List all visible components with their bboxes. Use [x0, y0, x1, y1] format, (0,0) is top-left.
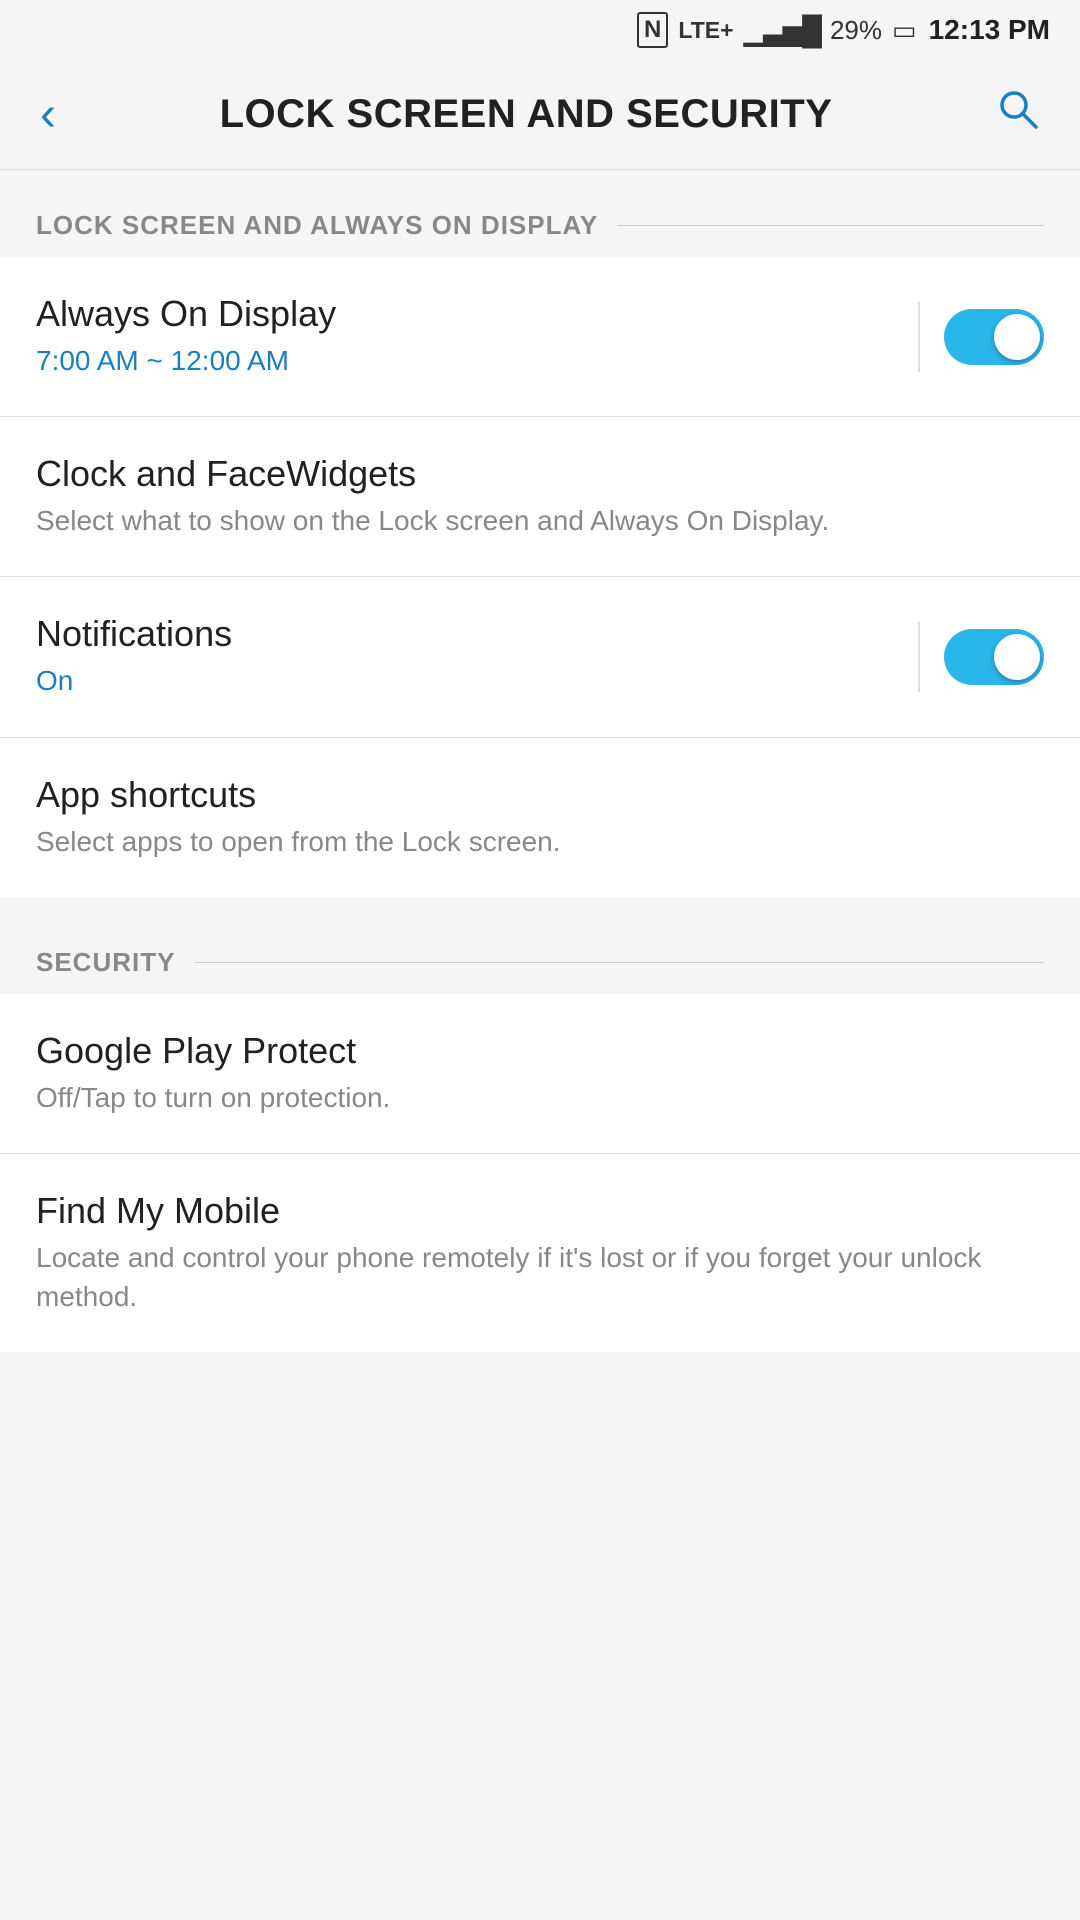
- signal-icon: ▁▃▅█: [744, 14, 820, 47]
- google-play-protect-title: Google Play Protect: [36, 1030, 1044, 1072]
- toggle-knob: [994, 314, 1040, 360]
- battery-icon: ▭: [892, 15, 917, 46]
- status-bar: N LTE+ ▁▃▅█ 29% ▭ 12:13 PM: [0, 0, 1080, 60]
- find-my-mobile-title: Find My Mobile: [36, 1190, 1044, 1232]
- clock-facewidgets-title: Clock and FaceWidgets: [36, 453, 1044, 495]
- security-section-label: SECURITY: [36, 947, 175, 978]
- google-play-protect-subtitle: Off/Tap to turn on protection.: [36, 1078, 1044, 1117]
- find-my-mobile-item[interactable]: Find My Mobile Locate and control your p…: [0, 1154, 1080, 1352]
- section-divider-line: [618, 225, 1044, 226]
- section-spacer: [0, 897, 1080, 907]
- app-shortcuts-content: App shortcuts Select apps to open from t…: [36, 774, 1044, 861]
- toggle-knob-2: [994, 634, 1040, 680]
- nfc-icon: N: [637, 12, 668, 48]
- app-shortcuts-subtitle: Select apps to open from the Lock screen…: [36, 822, 1044, 861]
- lte-icon: LTE+: [678, 17, 733, 44]
- app-shortcuts-item[interactable]: App shortcuts Select apps to open from t…: [0, 738, 1080, 897]
- notifications-item[interactable]: Notifications On: [0, 577, 1080, 737]
- always-on-display-content: Always On Display 7:00 AM ~ 12:00 AM: [36, 293, 894, 380]
- lock-screen-section-header: LOCK SCREEN AND ALWAYS ON DISPLAY: [0, 170, 1080, 257]
- app-shortcuts-title: App shortcuts: [36, 774, 1044, 816]
- lock-screen-section-label: LOCK SCREEN AND ALWAYS ON DISPLAY: [36, 210, 598, 241]
- status-icons: N LTE+ ▁▃▅█ 29% ▭: [637, 12, 917, 48]
- google-play-protect-item[interactable]: Google Play Protect Off/Tap to turn on p…: [0, 994, 1080, 1154]
- notifications-toggle[interactable]: [944, 629, 1044, 685]
- clock-facewidgets-item[interactable]: Clock and FaceWidgets Select what to sho…: [0, 417, 1080, 577]
- page-title: LOCK SCREEN AND SECURITY: [66, 92, 986, 137]
- battery-percent: 29%: [830, 15, 882, 46]
- status-time: 12:13 PM: [929, 14, 1050, 46]
- clock-facewidgets-subtitle: Select what to show on the Lock screen a…: [36, 501, 1044, 540]
- find-my-mobile-subtitle: Locate and control your phone remotely i…: [36, 1238, 1044, 1316]
- security-divider-line: [195, 962, 1044, 963]
- notifications-title: Notifications: [36, 613, 894, 655]
- toggle-divider-2: [918, 622, 920, 692]
- always-on-display-title: Always On Display: [36, 293, 894, 335]
- security-settings-list: Google Play Protect Off/Tap to turn on p…: [0, 994, 1080, 1353]
- always-on-display-item[interactable]: Always On Display 7:00 AM ~ 12:00 AM: [0, 257, 1080, 417]
- google-play-protect-content: Google Play Protect Off/Tap to turn on p…: [36, 1030, 1044, 1117]
- always-on-display-toggle[interactable]: [944, 309, 1044, 365]
- toggle-divider: [918, 302, 920, 372]
- notifications-subtitle: On: [36, 661, 894, 700]
- back-button[interactable]: ‹: [30, 77, 66, 152]
- security-section-header: SECURITY: [0, 907, 1080, 994]
- always-on-display-subtitle: 7:00 AM ~ 12:00 AM: [36, 341, 894, 380]
- app-bar: ‹ LOCK SCREEN AND SECURITY: [0, 60, 1080, 170]
- find-my-mobile-content: Find My Mobile Locate and control your p…: [36, 1190, 1044, 1316]
- lock-screen-settings-list: Always On Display 7:00 AM ~ 12:00 AM Clo…: [0, 257, 1080, 897]
- search-button[interactable]: [986, 77, 1050, 152]
- clock-facewidgets-content: Clock and FaceWidgets Select what to sho…: [36, 453, 1044, 540]
- notifications-content: Notifications On: [36, 613, 894, 700]
